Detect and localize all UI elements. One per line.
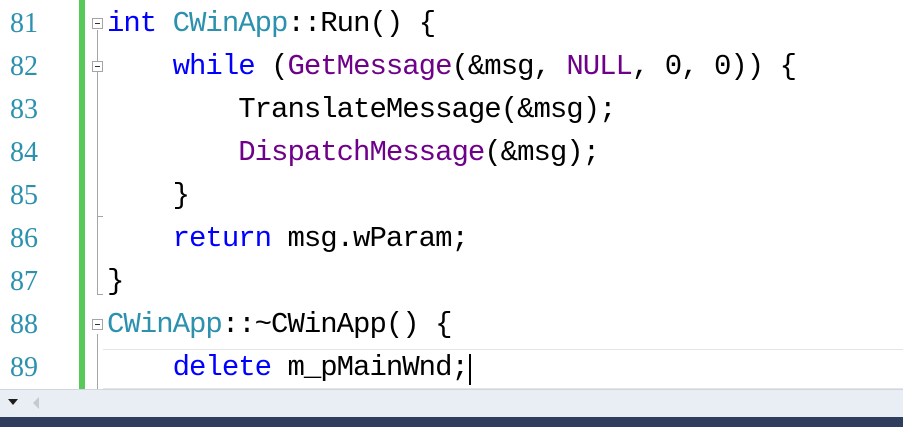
code-line[interactable]: }: [107, 260, 124, 303]
code-token: return: [172, 222, 272, 255]
scroll-left-arrow-icon[interactable]: [33, 397, 39, 409]
code-token: while: [172, 50, 256, 83]
line-number: 81: [10, 8, 38, 39]
line-number: 87: [10, 266, 38, 297]
code-token: (&msg);: [484, 136, 600, 169]
outline-guide: [97, 334, 98, 389]
line-number: 86: [10, 223, 38, 254]
code-line[interactable]: }: [107, 174, 190, 217]
code-token: CWinApp: [271, 308, 387, 341]
collapse-minus-icon[interactable]: [92, 61, 103, 72]
code-token: int: [107, 7, 157, 40]
collapse-minus-icon[interactable]: [92, 18, 103, 29]
code-token: m_pMainWnd;: [271, 351, 468, 384]
line-number: 82: [10, 51, 38, 82]
code-token: DispatchMessage: [238, 136, 485, 169]
outline-guide-end: [97, 294, 103, 295]
code-token: Run: [320, 7, 370, 40]
outline-guide-end: [97, 216, 103, 217]
code-line[interactable]: delete m_pMainWnd;: [107, 346, 469, 389]
horizontal-scrollbar[interactable]: [0, 389, 903, 418]
code-token: , 0, 0)) {: [631, 50, 797, 83]
code-token: delete: [172, 351, 272, 384]
line-number: 83: [10, 94, 38, 125]
code-line[interactable]: while (GetMessage(&msg, NULL, 0, 0)) {: [107, 45, 797, 88]
code-token: NULL: [566, 50, 633, 83]
code-token: () {: [369, 7, 436, 40]
code-line[interactable]: TranslateMessage(&msg);: [107, 88, 616, 131]
line-number: 84: [10, 137, 38, 168]
code-token: msg.wParam;: [271, 222, 468, 255]
line-number: 85: [10, 180, 38, 211]
code-line[interactable]: CWinApp::~CWinApp() {: [107, 303, 452, 346]
code-token: ::: [287, 7, 321, 40]
code-token: }: [107, 179, 190, 212]
code-token: CWinApp: [107, 308, 223, 341]
chevron-down-icon[interactable]: [8, 399, 18, 405]
collapse-minus-icon[interactable]: [92, 319, 103, 330]
code-line[interactable]: int CWinApp::Run() {: [107, 2, 436, 45]
code-token: (&msg);: [500, 93, 617, 126]
text-caret: [468, 354, 471, 385]
line-number: 88: [10, 309, 38, 340]
code-token: CWinApp: [172, 7, 289, 40]
code-token: GetMessage: [287, 50, 452, 83]
code-line[interactable]: return msg.wParam;: [107, 217, 469, 260]
code-token: TranslateMessage: [238, 93, 501, 126]
code-token: }: [107, 265, 124, 298]
line-number: 89: [10, 352, 38, 383]
code-token: () {: [385, 308, 453, 341]
code-editor[interactable]: 81 82 83 84 85 86 87 88 89 int CWinApp::…: [0, 0, 903, 427]
change-tracking-bar: [79, 0, 85, 389]
code-token: (: [254, 50, 288, 83]
code-token: (&msg,: [451, 50, 567, 83]
code-line[interactable]: DispatchMessage(&msg);: [107, 131, 600, 174]
code-token: ::~: [221, 308, 272, 341]
status-bar: [0, 417, 903, 427]
